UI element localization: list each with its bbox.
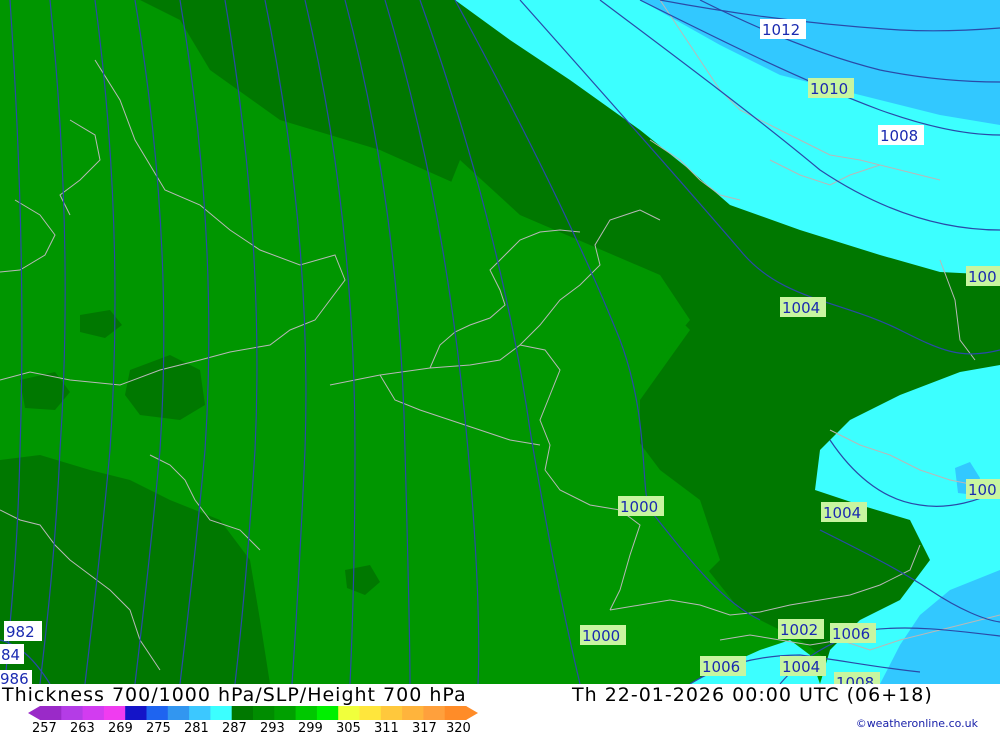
- isobar-label-982: 982: [4, 621, 42, 641]
- legend-swatch: [82, 706, 105, 720]
- svg-text:84: 84: [1, 646, 20, 664]
- chart-title: Thickness 700/1000 hPa/SLP/Height 700 hP…: [2, 684, 467, 706]
- svg-text:1004: 1004: [782, 658, 820, 676]
- isobar-label-1008-bottom: 1008: [834, 672, 880, 684]
- svg-text:1006: 1006: [702, 658, 740, 676]
- valid-time: Th 22-01-2026 00:00 UTC (06+18): [572, 684, 933, 706]
- legend-swatch: [444, 706, 467, 720]
- svg-text:1004: 1004: [823, 504, 861, 522]
- legend-swatch: [231, 706, 254, 720]
- legend-arrow-right: [466, 706, 478, 720]
- legend-swatch: [253, 706, 275, 720]
- color-legend: 257 263 269 275 281 287 293 299 305 311 317 320: [28, 706, 478, 733]
- isobar-label-1002: 1002: [778, 619, 824, 639]
- legend-tick-label: 257: [32, 721, 57, 733]
- isobar-label-1000-center: 1000: [618, 496, 664, 516]
- map-footer: Thickness 700/1000 hPa/SLP/Height 700 hP…: [0, 684, 1000, 733]
- svg-text:986: 986: [0, 670, 29, 684]
- isobar-label-1010: 1010: [808, 78, 854, 98]
- svg-text:1012: 1012: [762, 21, 800, 39]
- legend-swatch: [316, 706, 339, 720]
- legend-tick-label: 287: [222, 721, 247, 733]
- legend-tick-label: 263: [70, 721, 95, 733]
- isobar-label-1004-bottom: 1004: [780, 656, 826, 676]
- svg-text:100: 100: [968, 268, 997, 286]
- legend-swatch: [103, 706, 126, 720]
- isobar-label-986: 986: [0, 670, 32, 684]
- legend-tick-label: 269: [108, 721, 133, 733]
- legend-swatch: [210, 706, 233, 720]
- legend-tick-label: 311: [374, 721, 399, 733]
- isobar-label-1004-center: 1004: [780, 297, 826, 317]
- map-canvas: 1012 1010 1008 100 1004 100 1000 1004 98…: [0, 0, 1000, 684]
- legend-tick-label: 299: [298, 721, 323, 733]
- legend-swatch: [359, 706, 382, 720]
- svg-text:1008: 1008: [836, 674, 874, 684]
- isobar-label-100-east: 100: [966, 266, 1000, 286]
- legend-tick-label: 275: [146, 721, 171, 733]
- legend-swatch: [295, 706, 318, 720]
- isobar-label-1004-south: 1004: [821, 502, 867, 522]
- isobar-label-84: 84: [0, 644, 24, 664]
- isobar-label-1006-east: 1006: [830, 623, 876, 643]
- legend-tick-label: 293: [260, 721, 285, 733]
- legend-swatch: [40, 706, 62, 720]
- svg-text:1008: 1008: [880, 127, 918, 145]
- svg-text:1006: 1006: [832, 625, 870, 643]
- legend-tick-label: 317: [412, 721, 437, 733]
- legend-swatch: [167, 706, 190, 720]
- legend-tick-label: 305: [336, 721, 361, 733]
- isobar-label-100-southeast: 100: [966, 479, 1000, 499]
- isobar-label-1012: 1012: [760, 19, 806, 39]
- svg-text:982: 982: [6, 623, 35, 641]
- isobar-label-1008-north: 1008: [878, 125, 924, 145]
- legend-swatch: [380, 706, 403, 720]
- svg-text:1010: 1010: [810, 80, 848, 98]
- svg-text:1002: 1002: [780, 621, 818, 639]
- credit-link[interactable]: ©weatheronline.co.uk: [856, 717, 978, 730]
- svg-text:1004: 1004: [782, 299, 820, 317]
- legend-tick-label: 320: [446, 721, 471, 733]
- isobar-label-1000-south: 1000: [580, 625, 626, 645]
- isobar-label-1006-south: 1006: [700, 656, 746, 676]
- legend-swatch: [189, 706, 211, 720]
- legend-swatch: [402, 706, 424, 720]
- weather-map: 1012 1010 1008 100 1004 100 1000 1004 98…: [0, 0, 1000, 684]
- svg-text:1000: 1000: [582, 627, 620, 645]
- legend-swatch: [61, 706, 84, 720]
- svg-text:1000: 1000: [620, 498, 658, 516]
- legend-swatch: [338, 706, 360, 720]
- legend-tick-label: 281: [184, 721, 209, 733]
- legend-swatch: [423, 706, 446, 720]
- legend-swatch: [146, 706, 169, 720]
- legend-swatch: [125, 706, 147, 720]
- legend-swatch: [274, 706, 297, 720]
- svg-text:100: 100: [968, 481, 997, 499]
- legend-arrow-left: [28, 706, 40, 720]
